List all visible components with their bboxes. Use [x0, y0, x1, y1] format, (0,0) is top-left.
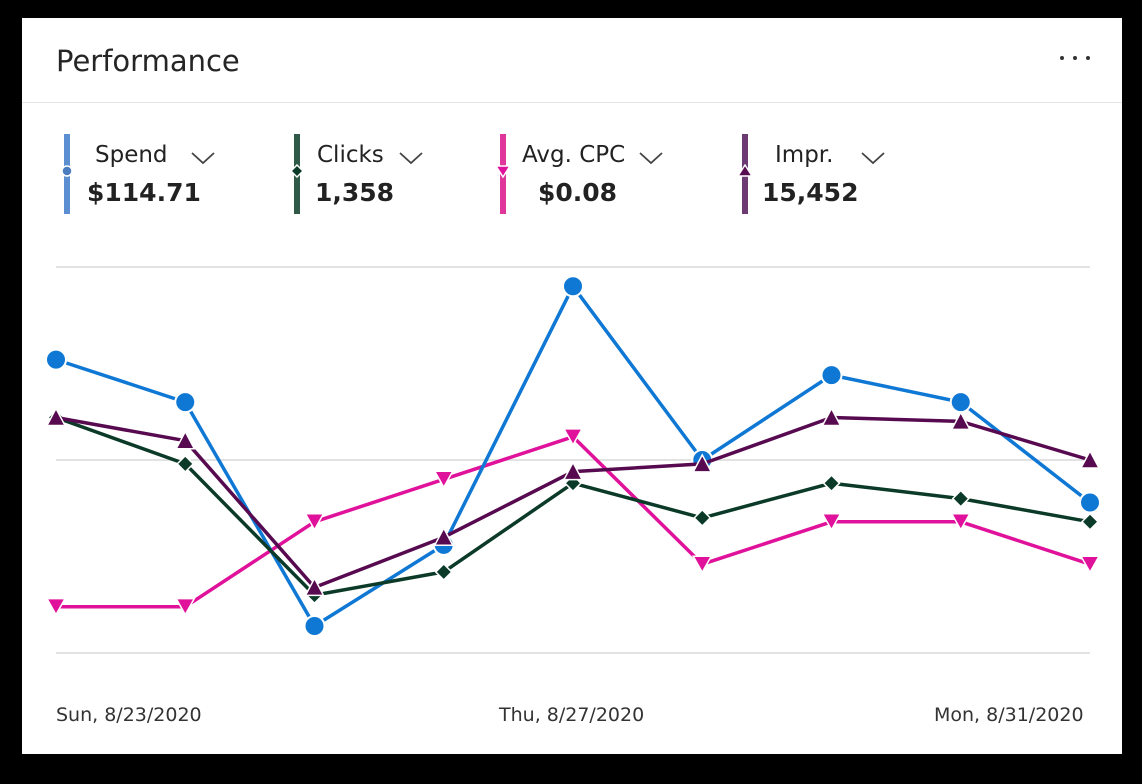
data-point-avg-cpc: [1079, 555, 1101, 574]
data-point-spend: [562, 275, 584, 298]
data-point-clicks: [693, 508, 712, 527]
data-point-avg-cpc: [691, 555, 713, 574]
data-point-spend: [949, 391, 972, 414]
data-point-clicks: [1080, 512, 1100, 531]
data-point-clicks: [822, 474, 841, 493]
data-point-spend: [174, 391, 197, 414]
series-line-spend: [55, 284, 1092, 628]
data-point-avg-cpc: [433, 470, 455, 489]
data-point-spend: [303, 614, 326, 637]
data-point-spend: [820, 364, 843, 387]
x-tick-label: Mon, 8/31/2020: [934, 704, 1084, 726]
performance-line-chart: [45, 266, 1101, 654]
data-point-clicks: [951, 489, 970, 508]
x-tick-label: Sun, 8/23/2020: [56, 704, 202, 726]
performance-card: Performance Spend $114.71 Clicks 1,358 A…: [22, 18, 1122, 754]
x-tick-label: Thu, 8/27/2020: [499, 704, 645, 726]
data-point-spend: [1079, 491, 1101, 514]
data-point-spend: [45, 348, 67, 371]
